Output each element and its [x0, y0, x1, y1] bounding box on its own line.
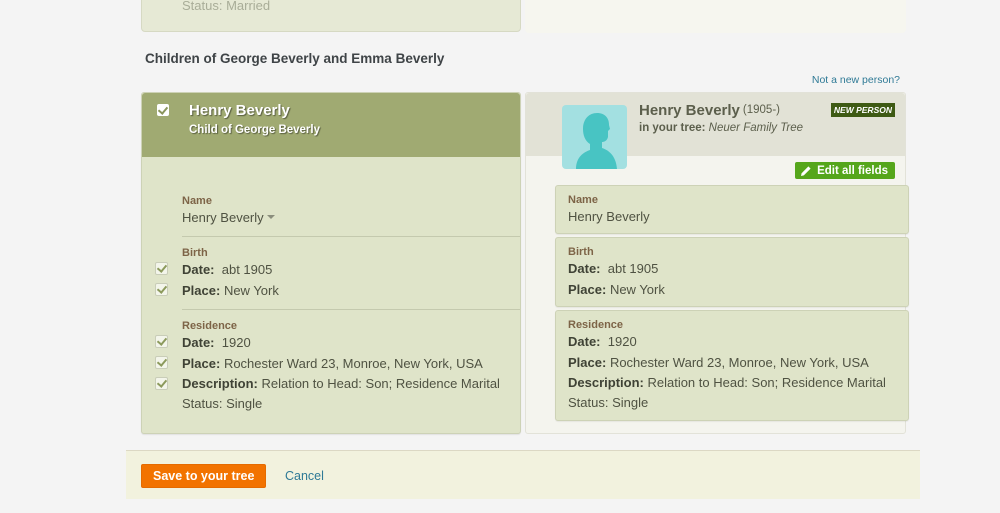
tree-person-card: Henry Beverly (1905-) in your tree: Neuer… [525, 92, 909, 434]
tree-residence-field: Residence Date: 1920 Place: Rochester Wa… [555, 310, 909, 421]
residence-date-label: Date: [182, 335, 215, 350]
birth-place-value: New York [223, 283, 279, 298]
residence-date-label: Date: [568, 334, 601, 349]
tree-person-name-line: Henry Beverly (1905-) [639, 102, 780, 119]
birth-date-checkbox[interactable] [155, 262, 168, 275]
birth-place-checkbox[interactable] [155, 283, 168, 296]
record-residence-field: Residence Date: 1920 Place: Rochester Wa… [155, 320, 510, 414]
birth-date-label: Date: [182, 262, 215, 277]
name-dropdown[interactable]: Henry Beverly [182, 207, 520, 228]
tree-name-field: Name Henry Beverly [555, 185, 909, 234]
record-person-card: Henry Beverly Child of George Beverly Na… [141, 92, 521, 434]
residence-date-value: 1920 [607, 334, 637, 349]
name-value: Henry Beverly [568, 209, 650, 224]
caret-down-icon [266, 215, 275, 219]
residence-date-value: 1920 [221, 335, 251, 350]
residence-label: Residence [568, 319, 624, 331]
cancel-link[interactable]: Cancel [285, 469, 324, 483]
record-birth-field: Birth Date: abt 1905 Place: New York [155, 247, 520, 301]
save-to-tree-button[interactable]: Save to your tree [141, 464, 267, 488]
residence-place-checkbox[interactable] [155, 356, 168, 369]
divider [182, 236, 520, 237]
name-label: Name [182, 195, 212, 207]
record-person-header: Henry Beverly Child of George Beverly [142, 93, 520, 157]
previous-tree-card [525, 0, 906, 33]
birth-label: Birth [568, 246, 594, 258]
residence-place-value: Rochester Ward 23, Monroe, New York, USA [223, 356, 483, 371]
edit-all-fields-button[interactable]: Edit all fields [795, 162, 895, 179]
record-person-relationship: Child of George Beverly [189, 124, 321, 136]
birth-date-value: abt 1905 [221, 262, 273, 277]
pencil-icon [801, 165, 811, 176]
birth-place-label: Place: [568, 282, 607, 297]
divider [182, 309, 520, 310]
person-silhouette-icon [562, 105, 627, 169]
select-person-checkbox[interactable] [157, 104, 169, 116]
residence-place-label: Place: [568, 355, 607, 370]
name-label: Name [568, 194, 598, 206]
tree-info: in your tree: Neuer Family Tree [639, 122, 803, 134]
birth-place-label: Place: [182, 283, 221, 298]
residence-description-label: Description: [182, 376, 258, 391]
birth-place-value: New York [609, 282, 665, 297]
record-person-name: Henry Beverly [189, 102, 290, 119]
residence-label: Residence [182, 320, 238, 332]
new-person-badge: NEW PERSON [830, 103, 895, 117]
tree-label: in your tree: [639, 122, 706, 134]
residence-place-value: Rochester Ward 23, Monroe, New York, USA [609, 355, 869, 370]
record-name-field: Name Henry Beverly [182, 195, 520, 228]
birth-date-label: Date: [568, 261, 601, 276]
residence-date-checkbox[interactable] [155, 335, 168, 348]
tree-person-header: Henry Beverly (1905-) in your tree: Neuer… [526, 93, 905, 169]
tree-person-years: (1905-) [742, 104, 780, 116]
tree-birth-field: Birth Date: abt 1905 Place: New York [555, 237, 909, 307]
section-title: Children of George Beverly and Emma Beve… [145, 51, 445, 66]
not-a-new-person-link[interactable]: Not a new person? [812, 74, 900, 86]
birth-label: Birth [182, 247, 208, 259]
tree-person-name: Henry Beverly [639, 102, 740, 119]
residence-description-checkbox[interactable] [155, 377, 168, 390]
tree-name: Neuer Family Tree [708, 122, 804, 134]
previous-record-card: Status: Married [141, 0, 521, 32]
birth-date-value: abt 1905 [607, 261, 659, 276]
previous-status-text: Status: Married [182, 0, 271, 13]
residence-description-label: Description: [568, 375, 644, 390]
action-footer: Save to your tree Cancel [126, 450, 920, 499]
edit-all-fields-label: Edit all fields [817, 164, 888, 177]
name-value: Henry Beverly [182, 210, 264, 225]
residence-place-label: Place: [182, 356, 221, 371]
